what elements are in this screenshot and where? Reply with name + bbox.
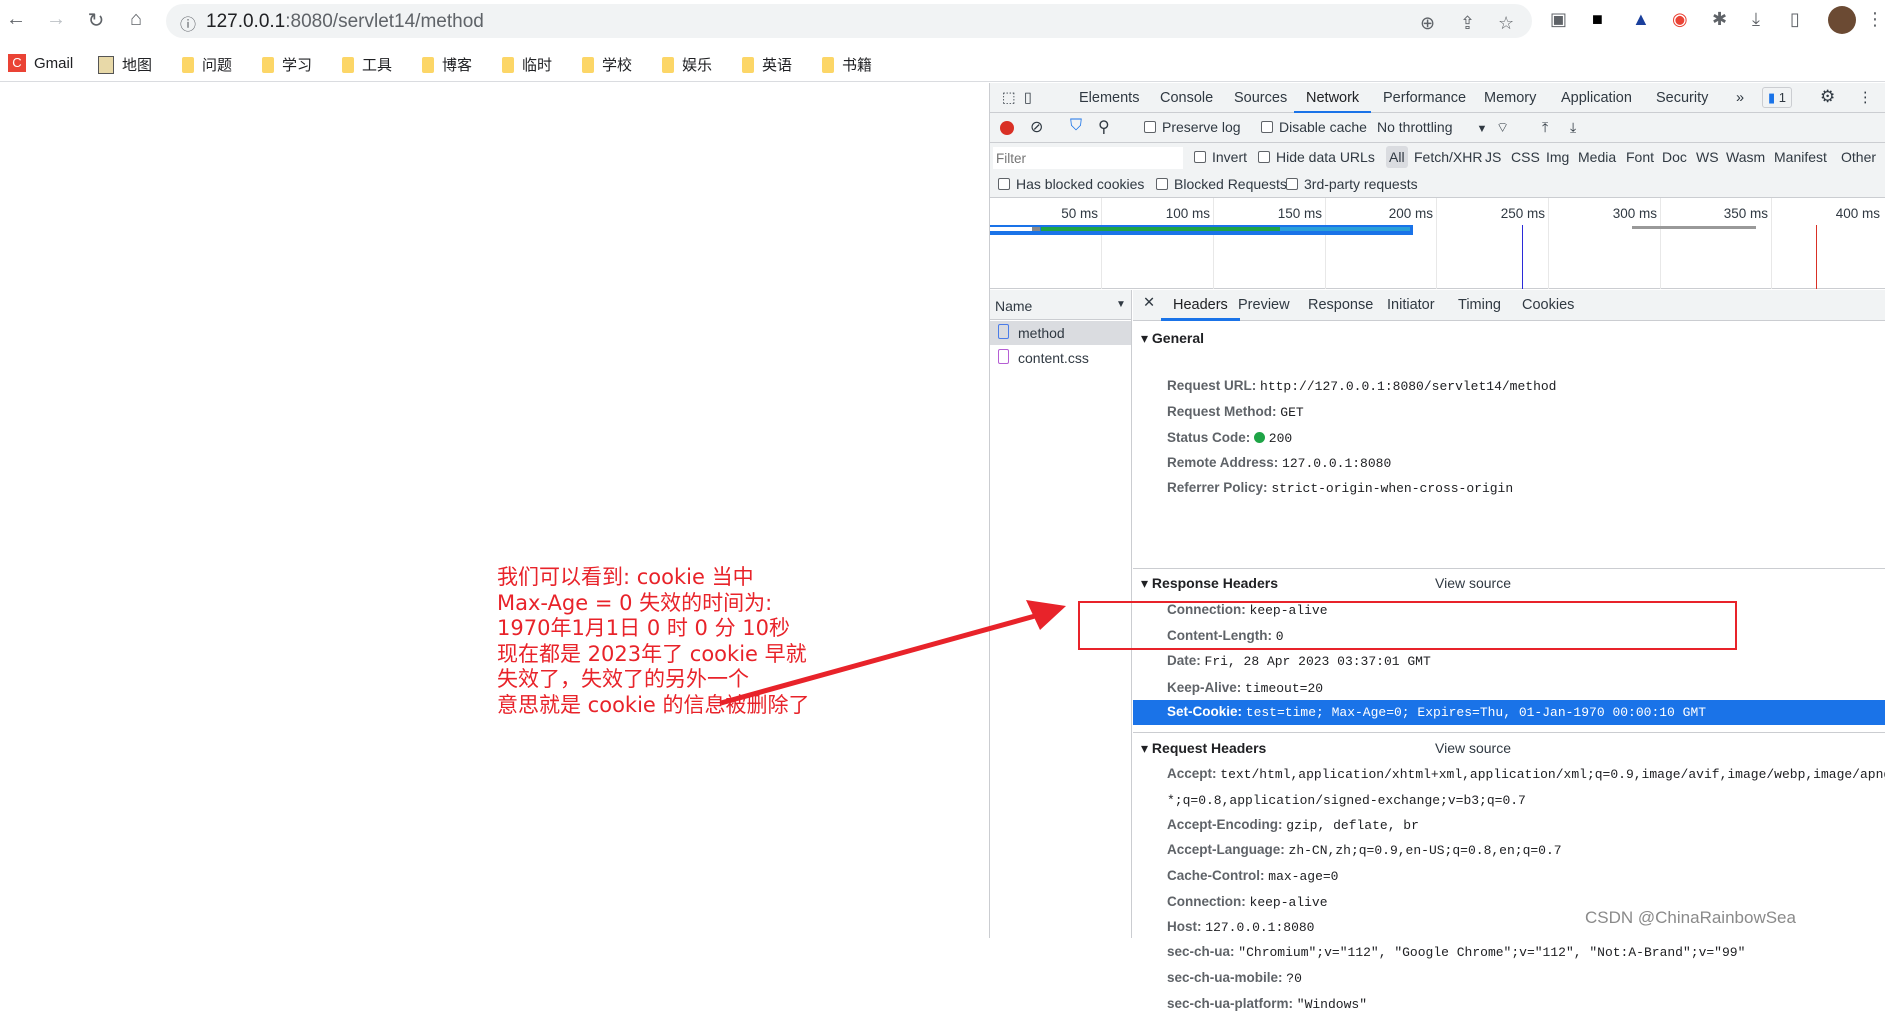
header-key: sec-ch-ua-platform: <box>1167 996 1294 1011</box>
watermark: CSDN @ChinaRainbowSea <box>1585 908 1796 927</box>
arrow-shaft <box>720 613 1036 706</box>
header-value: "Chromium";v="112", "Google Chrome";v="1… <box>1238 945 1746 960</box>
header-row: sec-ch-ua: "Chromium";v="112", "Google C… <box>1167 944 1745 960</box>
annotation-arrow <box>720 600 1066 706</box>
header-value: ?0 <box>1286 971 1302 986</box>
header-row: sec-ch-ua-mobile: ?0 <box>1167 970 1302 986</box>
header-value: "Windows" <box>1296 997 1367 1012</box>
header-key: sec-ch-ua-mobile: <box>1167 970 1283 985</box>
header-row: sec-ch-ua-platform: "Windows" <box>1167 996 1367 1012</box>
header-key: sec-ch-ua: <box>1167 944 1235 959</box>
